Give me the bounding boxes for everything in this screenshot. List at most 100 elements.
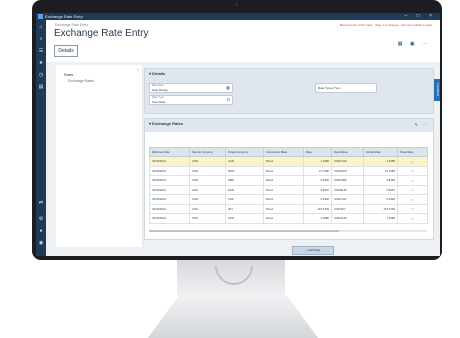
table-cell[interactable]: Direct (263, 194, 304, 205)
table-cell[interactable]: USD (189, 156, 226, 167)
add-rate-button[interactable]: + Add Rate (292, 246, 334, 255)
rate-types-field[interactable]: Rate Types Type (315, 83, 377, 93)
table-cell[interactable]: EUR (225, 184, 264, 195)
table-cell[interactable]: 1.2480 (363, 156, 398, 167)
fixed-rate-checkbox[interactable]: ○ (397, 203, 428, 214)
table-cell[interactable]: USD (189, 165, 226, 176)
modules-icon[interactable]: ▤ (38, 84, 44, 90)
table-cell[interactable]: 107.5700 (363, 203, 398, 214)
table-cell[interactable]: 03/03/2021 (149, 165, 190, 176)
table-cell[interactable]: USD/CHF (331, 194, 364, 205)
table-cell[interactable]: Direct (263, 156, 304, 167)
table-cell[interactable]: USD (189, 184, 226, 195)
table-cell[interactable]: 03/03/2021 (149, 156, 190, 167)
table-cell[interactable]: GBP (225, 175, 264, 186)
table-cell[interactable]: 1.2480 (303, 156, 332, 167)
table-row[interactable]: 03/03/2021 USD AUD Direct 1.2980 USD/AUD 1.298… (149, 213, 428, 224)
details-section-title[interactable]: ▾ Details (149, 71, 165, 76)
table-cell[interactable]: 0.9400 (363, 194, 398, 205)
fixed-rate-checkbox[interactable]: ○ (397, 156, 428, 167)
menu-icon[interactable]: ☰ (38, 48, 44, 54)
table-cell[interactable]: 03/03/2021 (149, 213, 190, 224)
table-row[interactable]: 03/03/2021 USD MXN Direct 21.7080 USD/MXN 21.7… (149, 165, 428, 176)
search-icon[interactable]: ⌕ (38, 36, 44, 42)
table-cell[interactable]: USD/EUR (331, 184, 364, 195)
table-cell[interactable]: 03/03/2021 (149, 194, 190, 205)
table-cell[interactable]: 0.8160 (303, 175, 332, 186)
horizontal-scrollbar[interactable] (149, 230, 427, 232)
favorites-icon[interactable]: ★ (38, 60, 44, 66)
nav-item-rates[interactable]: Rates (64, 73, 73, 77)
table-cell[interactable]: 1.2980 (363, 213, 398, 224)
col-effective-date[interactable]: Effective Date (149, 147, 190, 157)
rate-type-field[interactable]: Rate Type Spot Rate ⊡ (149, 95, 233, 105)
window-controls[interactable]: – □ × (405, 13, 437, 20)
table-row[interactable]: 03/03/2021 USD CHF Direct 0.9400 USD/CHF 0.940… (149, 194, 428, 205)
table-cell[interactable]: 03/03/2021 (149, 175, 190, 186)
table-cell[interactable]: MXN (225, 165, 264, 176)
table-cell[interactable]: Direct (263, 213, 304, 224)
table-cell[interactable]: USD (189, 194, 226, 205)
table-cell[interactable]: 21.7080 (303, 165, 332, 176)
exchange-rates-title[interactable]: ▾ Exchange Rates (149, 121, 183, 126)
table-cell[interactable]: 107.5700 (303, 203, 332, 214)
table-cell[interactable]: 03/03/2021 (149, 184, 190, 195)
table-cell[interactable]: USD (189, 175, 226, 186)
fixed-rate-checkbox[interactable]: ○ (397, 213, 428, 224)
table-cell[interactable]: USD/AUD (331, 213, 364, 224)
col-conversion-base[interactable]: Conversion Base (263, 147, 304, 157)
lookup-icon[interactable]: ⊡ (227, 97, 230, 102)
table-cell[interactable]: 0.8467 (363, 184, 398, 195)
table-cell[interactable]: AUD (225, 213, 264, 224)
table-cell[interactable]: JPY (225, 203, 264, 214)
fixed-rate-checkbox[interactable]: ○ (397, 194, 428, 205)
table-cell[interactable]: 1.2980 (303, 213, 332, 224)
feedback-side-tab[interactable]: Feedback (434, 79, 440, 101)
user-icon[interactable]: ◉ (38, 240, 44, 246)
table-row[interactable]: 03/03/2021 USD GBP Direct 0.8160 USD/GBP 0.816… (149, 175, 428, 186)
table-cell[interactable]: 21.7080 (363, 165, 398, 176)
col-actual-rate[interactable]: Actual Rate (363, 147, 398, 157)
scrollbar-thumb[interactable] (149, 230, 339, 232)
col-target-currency[interactable]: Target Currency (225, 147, 264, 157)
table-cell[interactable]: USD/CAD (331, 156, 364, 167)
table-row[interactable]: 03/03/2021 USD EUR Direct 0.8467 USD/EUR 0.846… (149, 184, 428, 195)
table-cell[interactable]: CHF (225, 194, 264, 205)
table-row[interactable]: 03/03/2021 USD JPY Direct 107.5700 USD/JPY 107… (149, 203, 428, 214)
details-button[interactable]: Details (54, 45, 78, 57)
table-cell[interactable]: USD/JPY (331, 203, 364, 214)
table-row[interactable]: 03/03/2021 USD CAD Direct 1.2480 USD/CAD 1.248… (149, 156, 428, 167)
col-description[interactable]: Description (331, 147, 364, 157)
workspace-icon[interactable]: ⇄ (38, 200, 44, 206)
home-icon[interactable]: ⌂ (38, 24, 44, 30)
table-cell[interactable]: Direct (263, 203, 304, 214)
fixed-rate-checkbox[interactable]: ○ (397, 175, 428, 186)
notifications-icon[interactable]: ● (38, 228, 44, 234)
table-cell[interactable]: Direct (263, 184, 304, 195)
col-rate[interactable]: Rate (303, 147, 332, 157)
table-cell[interactable]: Direct (263, 175, 304, 186)
table-cell[interactable]: USD (189, 203, 226, 214)
rate-date-field[interactable]: Rate Date Date Range ▦ (149, 83, 233, 93)
col-source-currency[interactable]: Source Currency (189, 147, 226, 157)
col-fixed-rate[interactable]: Fixed Rate (397, 147, 428, 157)
table-cell[interactable]: 03/03/2021 (149, 203, 190, 214)
table-cell[interactable]: CAD (225, 156, 264, 167)
table-cell[interactable]: USD/GBP (331, 175, 364, 186)
table-cell[interactable]: Direct (263, 165, 304, 176)
fixed-rate-checkbox[interactable]: ○ (397, 165, 428, 176)
table-cell[interactable]: 0.9400 (303, 194, 332, 205)
collapse-icon[interactable]: « (137, 67, 139, 72)
table-cell[interactable]: 0.8467 (303, 184, 332, 195)
recent-icon[interactable]: ◷ (38, 72, 44, 78)
nav-item-exchange-rates[interactable]: Exchange Rates (68, 79, 94, 83)
table-cell[interactable]: USD/MXN (331, 165, 364, 176)
table-cell[interactable]: 0.8160 (363, 175, 398, 186)
fixed-rate-checkbox[interactable]: ○ (397, 184, 428, 195)
header-toolbar-icons[interactable]: ▦ ▣ ⋯ (398, 41, 430, 47)
table-cell[interactable]: USD (189, 213, 226, 224)
grid-tools-icons[interactable]: ✎ ⋯ (415, 122, 429, 127)
breadcrumb[interactable]: Exchange Rate Entry (55, 23, 88, 27)
calendar-icon[interactable]: ▦ (226, 85, 230, 90)
settings-icon[interactable]: ⚙ (38, 216, 44, 222)
